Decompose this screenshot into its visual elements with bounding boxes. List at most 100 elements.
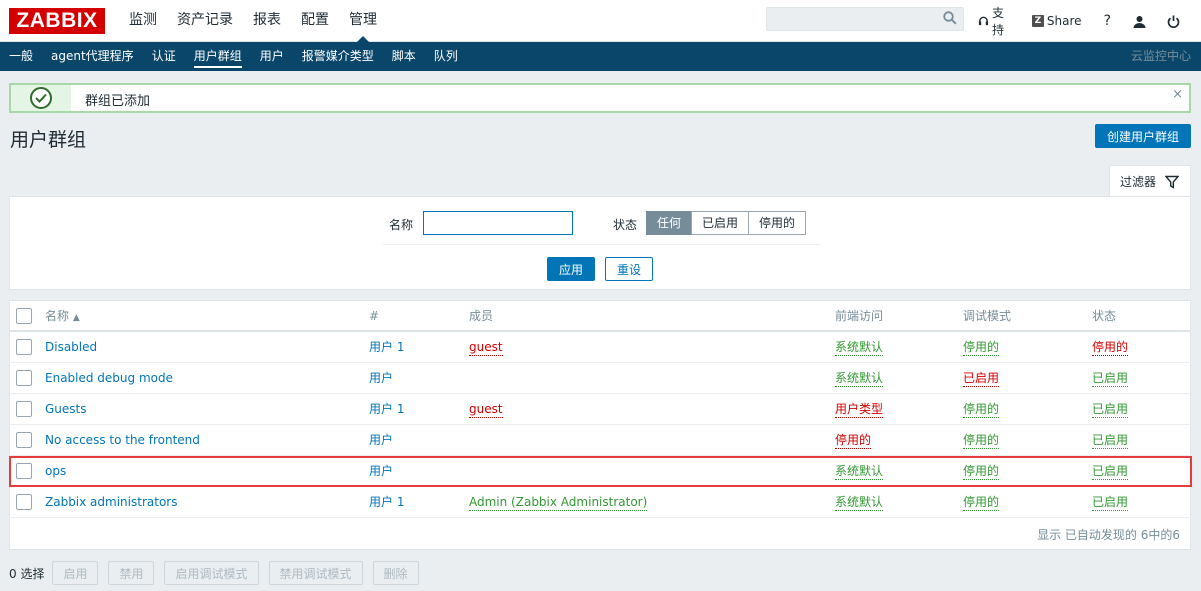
group-name-link-cell: Guests [45, 394, 87, 425]
status-disabled-option[interactable]: 停用的 [748, 211, 807, 235]
support-link[interactable]: 支持 [978, 4, 1014, 38]
debug-mode-toggle[interactable]: 停用的 [963, 464, 1000, 480]
group-name-link[interactable]: ops [45, 464, 66, 478]
group-name-link-cell: Disabled [45, 332, 97, 363]
debug-mode-toggle-cell: 已启用 [963, 371, 1000, 387]
users-count-link[interactable]: 用户 1 [369, 495, 404, 509]
row-checkbox[interactable] [16, 494, 32, 510]
subnav-general[interactable]: 一般 [0, 42, 42, 71]
delete-selected-button[interactable]: 删除 [372, 561, 419, 585]
member-link-cell: guest [469, 402, 503, 418]
frontend-access-toggle[interactable]: 停用的 [835, 433, 872, 449]
profile-link[interactable] [1133, 15, 1149, 28]
search-input[interactable] [767, 8, 937, 30]
group-name-link[interactable]: Disabled [45, 340, 97, 354]
enable-debug-button[interactable]: 启用调试模式 [164, 561, 259, 585]
frontend-access-toggle-cell: 用户类型 [835, 402, 884, 418]
zabbix-logo[interactable]: ZABBIX [9, 7, 105, 34]
users-count-link-cell: 用户 1 [369, 332, 404, 363]
success-message: 群组已添加 × [9, 83, 1191, 113]
subnav-authentication[interactable]: 认证 [143, 42, 185, 71]
menu-monitoring[interactable]: 监测 [119, 0, 167, 42]
close-icon[interactable]: × [1172, 87, 1183, 102]
help-link[interactable]: ? [1104, 13, 1111, 29]
column-frontend-header: 前端访问 [835, 309, 884, 323]
share-link[interactable]: Z Share [1031, 14, 1082, 28]
user-groups-table: 名称 ▲ # 成员 前端访问 调试模式 状态 Disabled 用户 1 guest… [9, 300, 1191, 550]
subnav-media-types[interactable]: 报警媒介类型 [293, 42, 383, 71]
member-link[interactable]: guest [469, 340, 503, 356]
row-checkbox[interactable] [16, 463, 32, 479]
status-any-option[interactable]: 任何 [646, 211, 693, 235]
subnav-queue[interactable]: 队列 [425, 42, 467, 71]
row-checkbox[interactable] [16, 370, 32, 386]
disable-selected-button[interactable]: 禁用 [108, 561, 155, 585]
frontend-access-toggle[interactable]: 用户类型 [835, 402, 884, 418]
users-count-link[interactable]: 用户 1 [369, 340, 404, 354]
menu-inventory[interactable]: 资产记录 [167, 0, 243, 42]
group-name-link-cell: ops [45, 456, 66, 487]
frontend-access-toggle-cell: 系统默认 [835, 340, 884, 356]
frontend-access-toggle[interactable]: 系统默认 [835, 340, 884, 356]
menu-reports[interactable]: 报表 [243, 0, 291, 42]
support-label: 支持 [991, 6, 1004, 37]
status-enabled-option[interactable]: 已启用 [691, 211, 750, 235]
apply-button[interactable]: 应用 [547, 257, 595, 281]
menu-administration[interactable]: 管理 [339, 0, 387, 43]
member-link[interactable]: guest [469, 402, 503, 418]
debug-mode-toggle[interactable]: 停用的 [963, 402, 1000, 418]
status-toggle[interactable]: 已启用 [1092, 495, 1129, 511]
users-count-link[interactable]: 用户 1 [369, 402, 404, 416]
table-header: 名称 ▲ # 成员 前端访问 调试模式 状态 [10, 301, 1190, 332]
status-toggle[interactable]: 停用的 [1092, 340, 1129, 356]
table-row: Zabbix administrators 用户 1 Admin (Zabbix A… [10, 487, 1190, 518]
name-filter-input[interactable] [423, 211, 573, 235]
subnav-scripts[interactable]: 脚本 [383, 42, 425, 71]
frontend-access-toggle[interactable]: 系统默认 [835, 464, 884, 480]
debug-mode-toggle-cell: 停用的 [963, 402, 1000, 418]
column-name-header[interactable]: 名称 ▲ [45, 301, 80, 334]
disable-debug-button[interactable]: 禁用调试模式 [268, 561, 363, 585]
row-checkbox[interactable] [16, 339, 32, 355]
users-count-link[interactable]: 用户 [369, 464, 393, 478]
group-name-link[interactable]: Guests [45, 402, 87, 416]
user-icon [1133, 15, 1146, 28]
status-toggle[interactable]: 已启用 [1092, 402, 1129, 418]
subnav-proxies[interactable]: agent代理程序 [42, 42, 143, 71]
status-toggle[interactable]: 已启用 [1092, 464, 1129, 480]
select-all-checkbox[interactable] [16, 308, 32, 324]
server-name-label: 云监控中心 [1130, 49, 1191, 63]
menu-configuration[interactable]: 配置 [291, 0, 339, 42]
group-name-link[interactable]: Zabbix administrators [45, 495, 177, 509]
users-count-link-cell: 用户 [369, 425, 393, 456]
row-checkbox[interactable] [16, 401, 32, 417]
subnav-user-groups[interactable]: 用户群组 [185, 42, 251, 71]
main-menu: 监测 资产记录 报表 配置 管理 [119, 0, 387, 43]
headset-icon [978, 16, 989, 26]
users-count-link[interactable]: 用户 [369, 433, 393, 447]
filter-tab[interactable]: 过滤器 [1109, 165, 1191, 197]
enable-selected-button[interactable]: 启用 [52, 561, 99, 585]
frontend-access-toggle-cell: 停用的 [835, 433, 872, 449]
sign-out-link[interactable] [1167, 15, 1183, 28]
debug-mode-toggle[interactable]: 停用的 [963, 433, 1000, 449]
member-link[interactable]: Admin (Zabbix Administrator) [469, 495, 648, 511]
debug-mode-toggle[interactable]: 停用的 [963, 340, 1000, 356]
subnav-users[interactable]: 用户 [251, 42, 293, 71]
search-box [766, 7, 964, 31]
debug-mode-toggle[interactable]: 停用的 [963, 495, 1000, 511]
search-icon[interactable] [943, 11, 957, 28]
status-toggle[interactable]: 已启用 [1092, 371, 1129, 387]
debug-mode-toggle[interactable]: 已启用 [963, 371, 1000, 387]
debug-mode-toggle-cell: 停用的 [963, 464, 1000, 480]
status-toggle[interactable]: 已启用 [1092, 433, 1129, 449]
create-user-group-button[interactable]: 创建用户群组 [1095, 124, 1191, 148]
row-checkbox[interactable] [16, 432, 32, 448]
reset-button[interactable]: 重设 [605, 257, 653, 281]
group-name-link[interactable]: Enabled debug mode [45, 371, 173, 385]
group-name-link[interactable]: No access to the frontend [45, 433, 200, 447]
users-count-link-cell: 用户 [369, 363, 393, 394]
frontend-access-toggle[interactable]: 系统默认 [835, 371, 884, 387]
frontend-access-toggle[interactable]: 系统默认 [835, 495, 884, 511]
users-count-link[interactable]: 用户 [369, 371, 393, 385]
